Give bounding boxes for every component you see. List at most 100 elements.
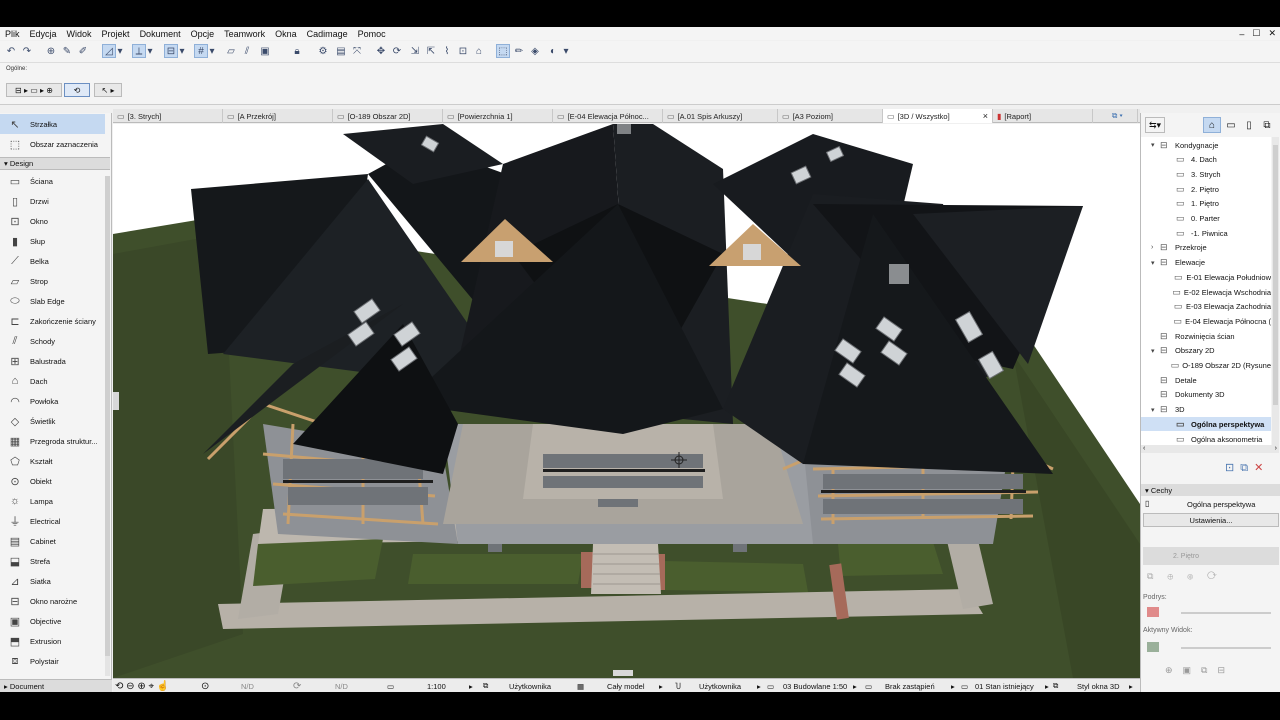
tool-item[interactable]: ▭ Ściana [0,171,105,191]
overlay-tools-icon[interactable]: ⊕▣⧉⊟ [1165,665,1235,676]
navigator-item[interactable]: › ⊟ Przekroje [1141,241,1271,255]
navigator-actions[interactable]: ⊡⧉✕ [1225,461,1269,475]
navigator-item[interactable]: ▾ ⊟ Kondygnacje [1141,138,1271,152]
tool-arrow[interactable]: ↖ Strzałka [0,114,105,134]
document-section-header[interactable]: ▸ Document [0,679,112,692]
tool-item[interactable]: ⊙ Obiekt [0,471,105,491]
navigator-item[interactable]: ⊟ Detale [1141,373,1271,387]
stretch-icon[interactable]: ⇱ [424,44,438,58]
navigator-item[interactable]: ▭ 1. Piętro [1141,197,1271,211]
tool-item[interactable]: ⊿ Siatka [0,571,105,591]
3d-viewport[interactable] [113,124,1140,678]
tool-item[interactable]: ⬓ Strefa [0,551,105,571]
navigator-item[interactable]: ▭ O-189 Obszar 2D (Rysune [1141,359,1271,373]
tab-view[interactable]: ▭ [O-189 Obszar 2D] [333,109,443,123]
tool-item[interactable]: ⧈ Polystair [0,651,105,671]
maximize-button[interactable]: ☐ [1252,28,1260,39]
twisty-icon[interactable]: ▾ [1151,259,1160,267]
chevron-right-icon[interactable]: ▸ [659,679,663,693]
navigator-item[interactable]: ▭ Ogólna aksonometria [1141,432,1271,445]
navigator-item[interactable]: ▭ E-01 Elewacja Południow [1141,270,1271,284]
new-view-icon[interactable]: ⊡ [1225,462,1240,474]
rotate-icon[interactable]: ⟳ [390,44,404,58]
select-3d-icon[interactable]: ⬚ [496,44,510,58]
menu-item[interactable]: Opcje [186,29,220,39]
mirror-icon[interactable]: ⤧ [350,44,364,58]
tool-item[interactable]: ⌂ Dach [0,371,105,391]
tab-view[interactable]: ▭ [E-04 Elewacja Północ... [553,109,663,123]
override-field[interactable]: Brak zastąpień [885,679,935,693]
navigator-scrollbar[interactable] [1272,137,1279,445]
navigator-item[interactable]: ▾ ⊟ Elewacje [1141,256,1271,270]
navigator-item[interactable]: ▭ 0. Parter [1141,212,1271,226]
twisty-icon[interactable]: ▾ [1151,141,1160,149]
design-section-header[interactable]: ▾ Design [0,157,110,170]
tool-item[interactable]: ▯ Drzwi [0,191,105,211]
offset-icon[interactable]: ⇲ [408,44,422,58]
navigator-item[interactable]: ▭ -1. Piwnica [1141,226,1271,240]
drag-icon[interactable]: ✥ [374,44,388,58]
layout-book-icon[interactable]: ▯ [1241,117,1257,133]
toolbox-scrollbar[interactable] [105,176,110,676]
grid-snap-icon[interactable]: # [194,44,208,58]
menu-item[interactable]: Widok [62,29,97,39]
publisher-icon[interactable]: ⧉ [1259,117,1275,133]
tab-view[interactable]: ▭ [3D / Wszystko] × [883,109,993,123]
suspend-groups-icon[interactable]: ⚙ [316,44,330,58]
menu-item[interactable]: Dokument [135,29,186,39]
lock-icon[interactable]: 🔒︎ [290,44,304,58]
split-icon[interactable]: ⌇ [440,44,454,58]
model-view-field[interactable]: Cały model [607,679,645,693]
navigator-item[interactable]: ▾ ⊟ Obszary 2D [1141,344,1271,358]
tool-item[interactable]: ⬒ Extrusion [0,631,105,651]
tool-item[interactable]: ▤ Cabinet [0,531,105,551]
navigator-item[interactable]: ▭ 2. Piętro [1141,182,1271,196]
navigator-hscrollbar[interactable]: ‹ › [1141,445,1279,453]
tool-item[interactable]: ⬠ Kształt [0,451,105,471]
material-icon[interactable]: ◈ [528,44,542,58]
selection-method-button[interactable]: ⊟ ▸ ▭ ▸ ⊕ [6,83,62,97]
guide-lines-icon[interactable]: ◿ [102,44,116,58]
tab-view[interactable]: ▭ [A Przekrój] [223,109,333,123]
chevron-down-icon[interactable]: ▾ [178,44,186,58]
tool-item[interactable]: ⊡ Okno [0,211,105,231]
chevron-right-icon[interactable]: ▸ [1129,679,1133,693]
rotate-tool-icon[interactable]: ⟲ [64,83,90,97]
twisty-icon[interactable]: ▾ [1151,347,1160,355]
chevron-right-icon[interactable]: ▸ [853,679,857,693]
trace-icon[interactable]: ▱ [224,44,238,58]
tool-item[interactable]: ⊏ Zakończenie ściany [0,311,105,331]
layers-icon[interactable]: ▤ [334,44,348,58]
tool-item[interactable]: ◇ Świetlik [0,411,105,431]
story-dropdown[interactable]: 2. Piętro [1143,547,1279,565]
tab-list-icon[interactable]: ⧉ ▾ [1108,109,1138,123]
pick-up-icon[interactable]: ⊕ [44,44,58,58]
tool-item[interactable]: ⊟ Okno narożne [0,591,105,611]
gravity-icon[interactable]: ⊟ [164,44,178,58]
menu-item[interactable]: Plik [0,29,25,39]
active-view-color-swatch[interactable] [1147,642,1159,652]
podrys-color-swatch[interactable] [1147,607,1159,617]
tool-item[interactable]: ⟋ Belka [0,251,105,271]
navigator-item[interactable]: ▾ ⊟ 3D [1141,403,1271,417]
project-map-icon[interactable]: ⌂ [1203,117,1221,133]
tool-item[interactable]: ◠ Powłoka [0,391,105,411]
menu-item[interactable]: Okna [270,29,302,39]
tab-view[interactable]: ▭ [A3 Poziom] [778,109,883,123]
menu-item[interactable]: Teamwork [219,29,270,39]
eyedropper-icon[interactable]: ✎ [60,44,74,58]
navigator-item[interactable]: ▭ E-03 Elewacja Zachodnia [1141,300,1271,314]
tool-item[interactable]: ▱ Strop [0,271,105,291]
navigator-item[interactable]: ⊟ Rozwinięcia ścian [1141,329,1271,343]
tool-item[interactable]: ⫽ Schody [0,331,105,351]
chevron-right-icon[interactable]: ▸ [757,679,761,693]
twisty-icon[interactable]: › [1151,244,1160,251]
tab-view[interactable]: ▭ [3. Strych] [113,109,223,123]
tool-item[interactable]: ⬭ Slab Edge [0,291,105,311]
chevron-right-icon[interactable]: ▸ [469,679,473,693]
tool-item[interactable]: ☼ Lampa [0,491,105,511]
pen-set-field[interactable]: Użytkownika [699,679,741,693]
menu-item[interactable]: Cadimage [302,29,353,39]
3d-style-field[interactable]: Styl okna 3D [1077,679,1120,693]
view-map-icon[interactable]: ▭ [1223,117,1239,133]
